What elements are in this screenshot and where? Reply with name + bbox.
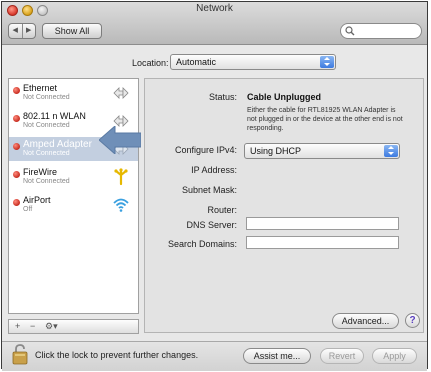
router-label: Router: <box>207 205 237 215</box>
service-status: Not Connected <box>23 150 70 157</box>
location-select[interactable]: Automatic <box>170 54 336 70</box>
status-dot-icon <box>13 171 20 178</box>
window-title: Network <box>196 3 233 14</box>
search-domains-field[interactable] <box>246 236 399 249</box>
wifi-icon <box>113 198 129 212</box>
dns-server-label: DNS Server: <box>186 220 237 230</box>
show-all-button[interactable]: Show All <box>42 23 102 39</box>
search-domains-label: Search Domains: <box>167 239 237 249</box>
status-label: Status: <box>208 92 237 102</box>
configure-ipv4-label: Configure IPv4: <box>174 145 237 155</box>
service-item-ethernet[interactable]: Ethernet Not Connected <box>9 81 138 105</box>
search-input[interactable] <box>340 23 422 39</box>
advanced-button[interactable]: Advanced... <box>332 313 399 329</box>
network-window: Network ◀ ▶ Show All Location: Automatic… <box>1 1 428 371</box>
popup-arrows-icon <box>320 56 334 68</box>
lock-icon[interactable] <box>12 343 30 365</box>
service-list-toolbar: + − ⚙▾ <box>8 319 139 334</box>
service-name: Ethernet <box>23 83 58 93</box>
remove-service-button[interactable]: − <box>30 321 35 331</box>
service-status: Not Connected <box>23 178 70 185</box>
status-dot-icon <box>13 115 20 122</box>
help-button[interactable]: ? <box>405 313 420 328</box>
location-label: Location: <box>132 58 169 68</box>
service-status: Off <box>23 206 33 213</box>
service-name: AirPort <box>23 195 51 205</box>
status-dot-icon <box>13 87 20 94</box>
title-bar: Network ◀ ▶ Show All <box>2 2 427 45</box>
apply-button[interactable]: Apply <box>372 348 417 364</box>
service-list[interactable]: Ethernet Not Connected 802.11 n WLAN Not… <box>8 78 139 314</box>
nav-back-forward[interactable]: ◀ ▶ <box>8 23 36 39</box>
status-value: Cable Unplugged <box>247 92 321 102</box>
add-service-button[interactable]: + <box>15 321 20 331</box>
service-status: Not Connected <box>23 122 70 129</box>
service-item-firewire[interactable]: FireWire Not Connected <box>9 165 138 189</box>
firewire-icon <box>114 168 128 186</box>
configure-ipv4-value: Using DHCP <box>250 146 302 156</box>
popup-arrows-icon <box>384 145 398 157</box>
ip-address-label: IP Address: <box>191 165 237 175</box>
callout-arrow-icon <box>99 126 141 154</box>
action-menu-button[interactable]: ⚙▾ <box>45 321 58 332</box>
subnet-mask-label: Subnet Mask: <box>181 185 237 195</box>
forward-button[interactable]: ▶ <box>23 24 36 38</box>
ethernet-arrows-icon <box>113 87 129 99</box>
revert-button[interactable]: Revert <box>320 348 364 364</box>
status-note: Either the cable for RTL81925 WLAN Adapt… <box>247 107 403 132</box>
configure-ipv4-select[interactable]: Using DHCP <box>244 143 400 159</box>
service-name: 802.11 n WLAN <box>23 111 86 121</box>
assist-me-button[interactable]: Assist me... <box>243 348 311 364</box>
service-name: Amped Adapter <box>23 139 92 150</box>
service-item-airport[interactable]: AirPort Off <box>9 193 138 217</box>
search-icon <box>345 26 355 36</box>
location-value: Automatic <box>176 57 217 67</box>
status-dot-icon <box>13 143 20 150</box>
service-name: FireWire <box>23 167 57 177</box>
dns-server-field[interactable] <box>246 217 399 230</box>
service-status: Not Connected <box>23 94 70 101</box>
back-button[interactable]: ◀ <box>9 24 23 38</box>
status-dot-icon <box>13 199 20 206</box>
lock-text: Click the lock to prevent further change… <box>35 350 199 360</box>
